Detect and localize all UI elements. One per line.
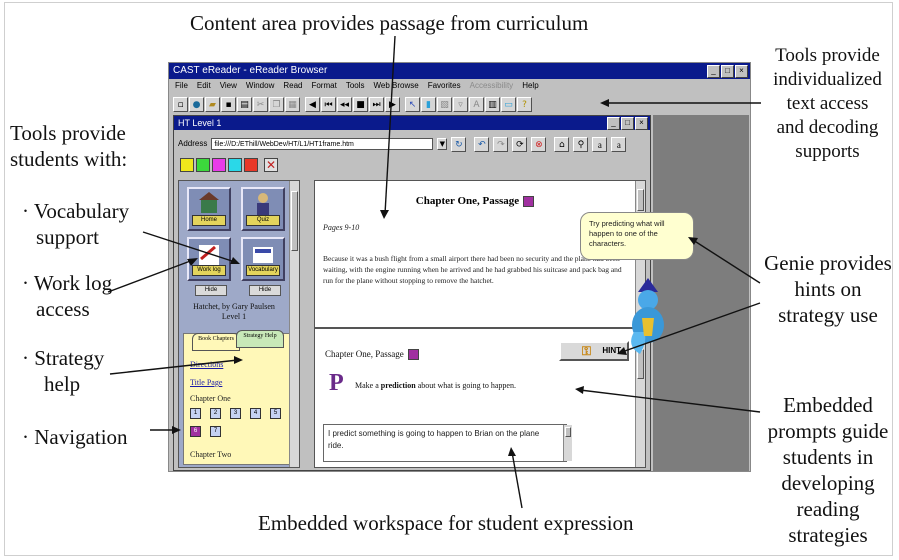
annotation-arrows xyxy=(107,35,761,509)
